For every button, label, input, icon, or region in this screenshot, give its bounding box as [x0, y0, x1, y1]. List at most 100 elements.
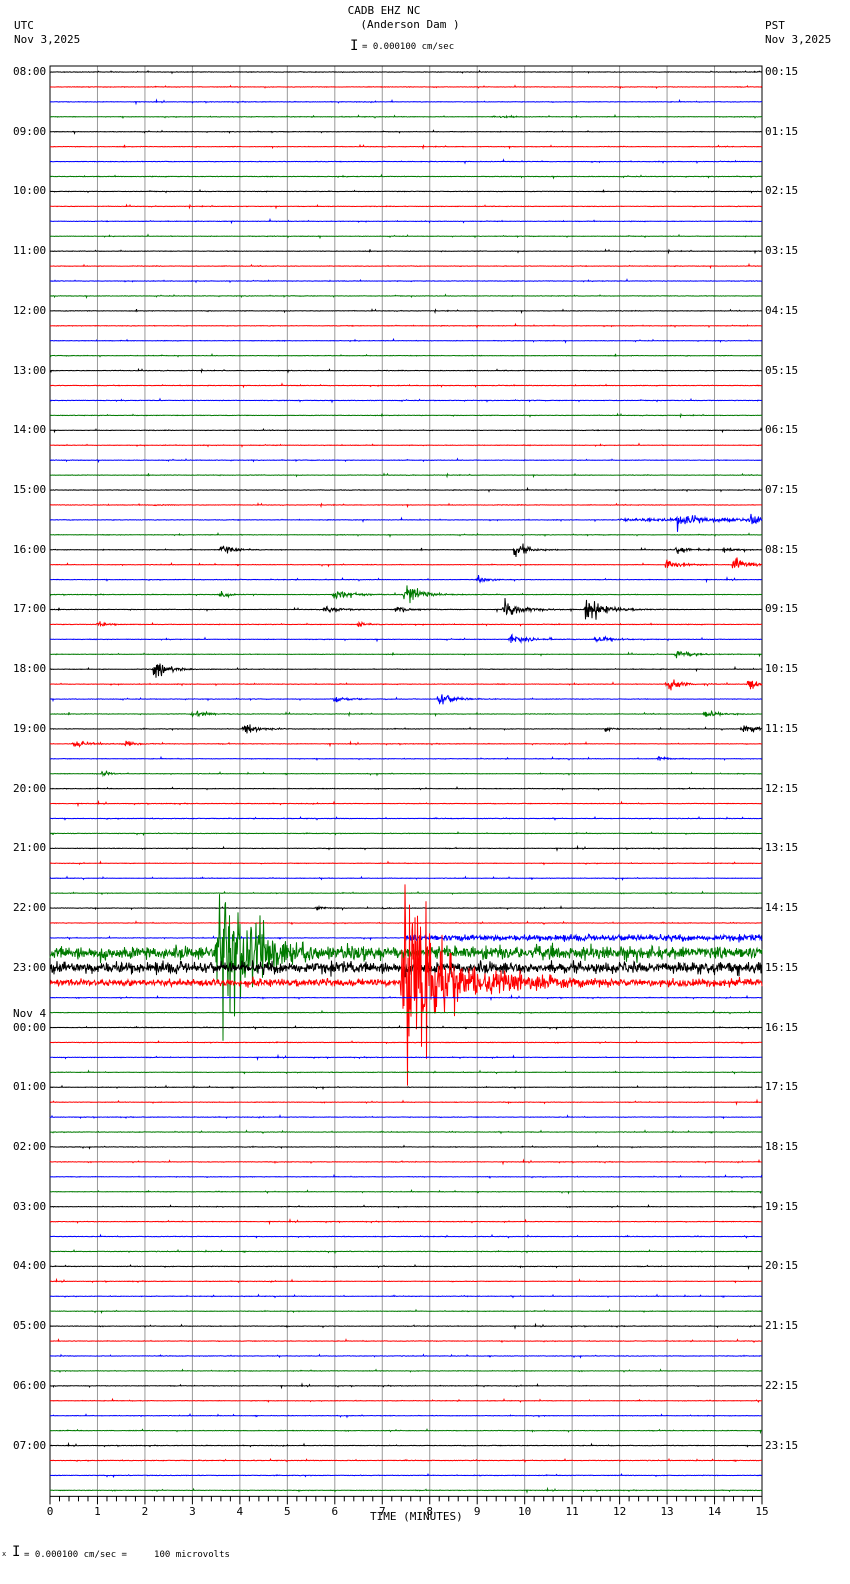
seismic-trace — [49, 427, 763, 434]
x-tick-label: 14 — [707, 1505, 722, 1519]
seismic-trace — [49, 585, 763, 604]
seismic-trace — [49, 799, 763, 808]
seismic-trace — [49, 679, 763, 691]
pst-time-label: 11:15 — [765, 721, 799, 735]
pst-time-label: 16:15 — [765, 1020, 799, 1034]
x-tick-label: 1 — [94, 1505, 101, 1519]
utc-hour-label: 20:00 — [13, 781, 47, 795]
pst-time-label: 22:15 — [765, 1378, 799, 1392]
seismic-trace — [49, 143, 763, 150]
seismic-trace — [50, 502, 763, 509]
utc-hour-label: 03:00 — [13, 1199, 47, 1213]
seismic-trace — [50, 1144, 763, 1150]
x-tick-label: 15 — [755, 1505, 769, 1519]
seismic-trace — [49, 1009, 763, 1015]
seismic-trace — [49, 397, 762, 404]
seismic-trace — [50, 457, 763, 464]
seismic-trace — [49, 724, 763, 734]
utc-hour-label: 21:00 — [13, 841, 47, 855]
pst-time-label: 19:15 — [765, 1199, 799, 1213]
seismic-trace — [49, 203, 763, 210]
seismic-trace — [49, 831, 762, 837]
seismic-trace — [50, 337, 763, 344]
utc-hour-label: 11:00 — [13, 244, 47, 258]
seismic-trace — [49, 1218, 763, 1226]
seismic-trace — [49, 293, 763, 299]
seismic-trace — [49, 860, 763, 866]
x-tick-label: 11 — [565, 1505, 579, 1519]
seismic-trace — [49, 1457, 763, 1463]
seismic-trace — [50, 575, 763, 584]
pst-time-label: 09:15 — [765, 602, 799, 616]
x-tick-label: 0 — [46, 1505, 54, 1519]
seismic-trace — [49, 1413, 763, 1419]
utc-hour-label: 08:00 — [13, 65, 47, 78]
pst-time-label: 01:15 — [765, 124, 799, 138]
seismic-trace — [49, 557, 763, 569]
seismic-trace — [49, 353, 763, 358]
utc-hour-label: 02:00 — [13, 1139, 47, 1153]
pst-time-label: 07:15 — [765, 483, 799, 497]
pst-time-label: 15:15 — [765, 960, 799, 974]
seismic-trace — [49, 786, 763, 791]
seismic-trace — [49, 513, 763, 532]
seismic-trace — [49, 633, 763, 645]
seismic-trace — [49, 531, 762, 538]
seismic-trace — [49, 262, 763, 270]
pst-time-label: 02:15 — [765, 184, 799, 198]
seismic-trace — [49, 173, 763, 180]
seismic-trace — [49, 709, 763, 718]
pst-time-label: 10:15 — [765, 662, 799, 676]
utc-hour-label: 10:00 — [13, 184, 47, 198]
seismic-trace — [49, 890, 763, 896]
seismic-trace — [49, 1308, 762, 1314]
utc-hour-label: 01:00 — [13, 1080, 47, 1094]
seismic-trace — [49, 815, 763, 821]
seismic-trace — [50, 650, 763, 659]
seismic-trace — [49, 113, 763, 120]
seismic-trace — [50, 620, 763, 628]
utc-hour-label: 22:00 — [13, 901, 47, 915]
seismic-trace — [50, 129, 763, 135]
seismic-trace — [49, 486, 763, 493]
utc-hour-label: 00:00 — [13, 1020, 47, 1034]
seismic-trace — [49, 188, 762, 194]
seismic-trace — [50, 69, 763, 75]
seismic-trace — [49, 1293, 763, 1299]
seismic-trace — [49, 904, 763, 911]
utc-hour-label: 15:00 — [13, 483, 47, 497]
seismic-trace — [50, 1024, 762, 1031]
seismic-trace — [49, 1472, 763, 1479]
seismic-trace — [49, 694, 763, 705]
pst-time-label: 12:15 — [765, 781, 799, 795]
seismic-trace — [50, 1441, 763, 1448]
seismic-trace — [49, 1486, 763, 1494]
utc-hour-label: 09:00 — [13, 124, 47, 138]
utc-hour-label: 17:00 — [13, 602, 47, 616]
pst-time-label: 14:15 — [765, 901, 799, 915]
seismic-trace — [50, 1129, 762, 1135]
seismic-trace — [49, 875, 763, 881]
seismic-trace — [49, 1263, 763, 1271]
seismic-trace — [49, 663, 763, 678]
pst-time-label: 03:15 — [765, 244, 799, 258]
seismic-trace — [50, 740, 762, 748]
seismic-trace — [49, 472, 763, 479]
x-tick-label: 10 — [518, 1505, 532, 1519]
seismic-trace — [49, 322, 762, 329]
utc-hour-label: 04:00 — [13, 1259, 47, 1273]
x-tick-label: 9 — [473, 1505, 481, 1519]
seismic-trace — [49, 442, 763, 448]
pst-time-label: 04:15 — [765, 303, 799, 317]
footer-scale-note: = 0.000100 cm/sec = 100 microvolts — [24, 1550, 230, 1560]
pst-time-label: 21:15 — [765, 1319, 799, 1333]
utc-hour-label: 05:00 — [13, 1319, 47, 1333]
seismic-trace — [49, 382, 763, 389]
seismic-trace — [49, 1233, 763, 1239]
utc-hour-label: 07:00 — [13, 1438, 47, 1452]
seismic-trace — [50, 1338, 762, 1344]
utc-hour-label: 13:00 — [13, 363, 47, 377]
seismic-trace — [49, 367, 763, 374]
utc-date-label: Nov 4 — [13, 1006, 47, 1020]
x-tick-label: 2 — [141, 1505, 149, 1519]
